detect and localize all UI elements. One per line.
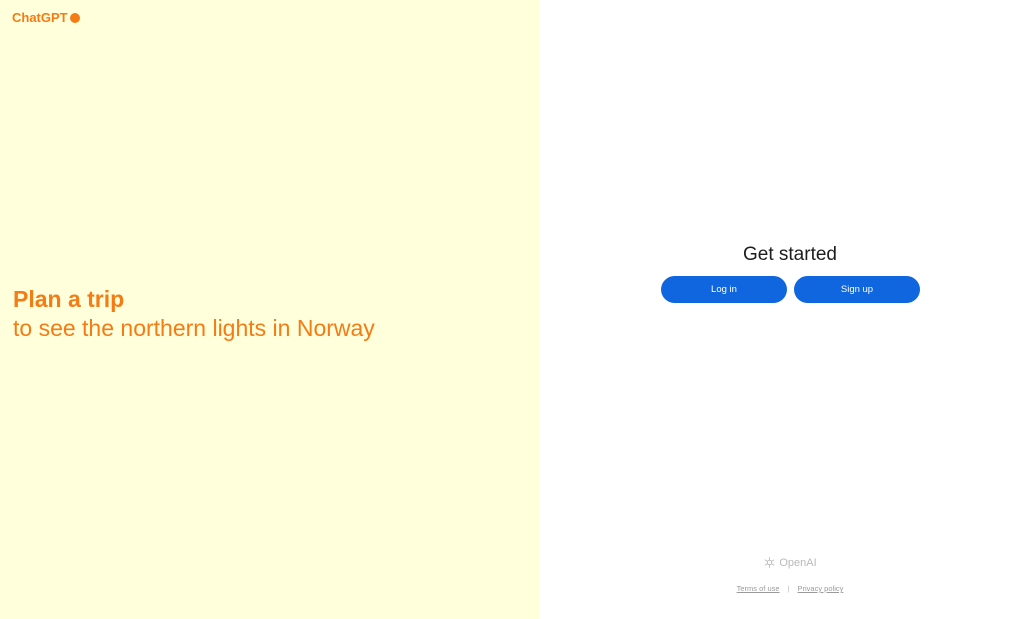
brand-name: ChatGPT [12,10,68,25]
terms-link[interactable]: Terms of use [737,584,780,593]
openai-logo: OpenAI [763,556,817,569]
footer: OpenAI Terms of use | Privacy policy [540,556,1024,594]
brand-dot-icon [69,12,80,23]
auth-title: Get started [743,244,837,265]
auth-buttons: Log in Sign up [541,276,1024,303]
right-panel: Get started Log in Sign up OpenAI Terms … [540,0,1024,619]
hero-text: Plan a trip to see the northern lights i… [13,285,375,343]
openai-icon [764,557,775,568]
signup-button[interactable]: Sign up [794,276,920,303]
privacy-link[interactable]: Privacy policy [798,584,844,593]
left-panel: ChatGPT Plan a trip to see the northern … [0,0,540,619]
login-button[interactable]: Log in [661,276,787,303]
page: ChatGPT Plan a trip to see the northern … [0,0,1024,619]
openai-logo-text: OpenAI [779,556,817,569]
footer-links: Terms of use | Privacy policy [540,584,1024,593]
hero-title: Plan a trip [13,286,125,312]
footer-separator: | [787,584,790,593]
hero-subtitle: to see the northern lights in Norway [13,315,375,341]
auth-section: Get started Log in Sign up [540,244,1024,303]
brand-logo: ChatGPT [12,10,80,25]
